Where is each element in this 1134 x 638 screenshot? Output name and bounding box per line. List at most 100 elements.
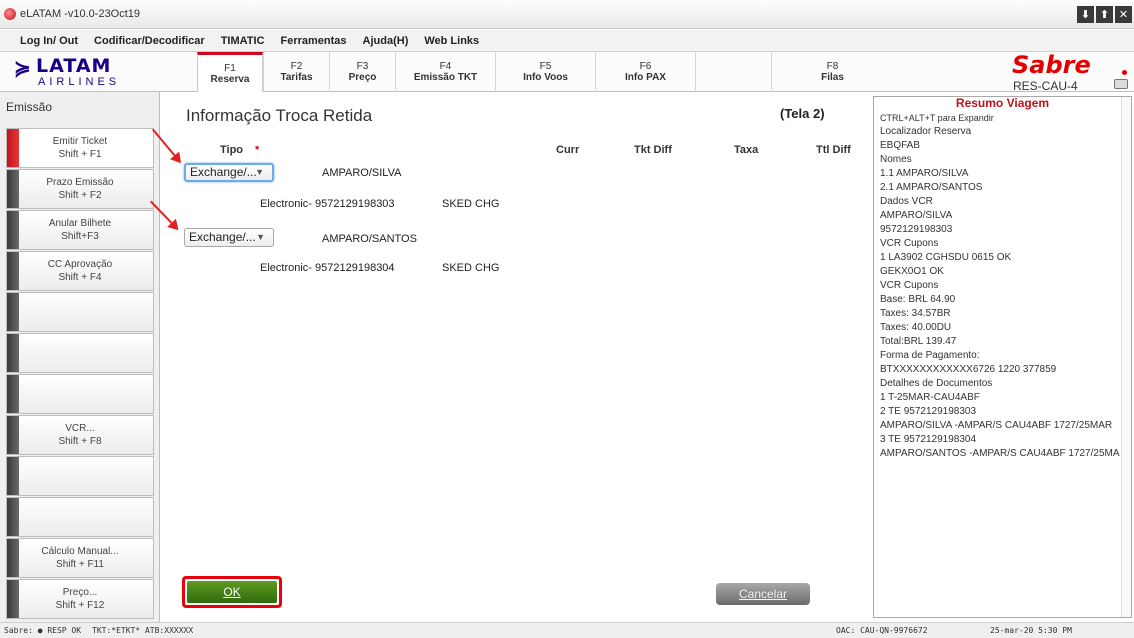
menu-ferramentas[interactable]: Ferramentas bbox=[272, 35, 354, 47]
ticket-number: Electronic- 9572129198304 bbox=[260, 262, 395, 274]
sidebar-item-empty-5[interactable] bbox=[6, 497, 154, 537]
menu-web-links[interactable]: Web Links bbox=[416, 35, 487, 47]
sabre-logo: Sabre RES-CAU-4 bbox=[1000, 51, 1134, 93]
exchange-type-select[interactable]: Exchange/... ▼ bbox=[184, 228, 274, 247]
summary-line: 9572129198303 bbox=[880, 224, 953, 235]
summary-line: AMPARO/SILVA bbox=[880, 210, 953, 221]
printer-icon[interactable] bbox=[1114, 79, 1128, 89]
latam-arrows-icon: ≽ bbox=[14, 58, 31, 80]
app-logo-icon bbox=[4, 8, 16, 20]
sidebar-item-empty-1[interactable] bbox=[6, 292, 154, 332]
summary-line: GEKX0O1 OK bbox=[880, 266, 944, 277]
ok-button[interactable]: OK bbox=[187, 581, 277, 603]
summary-line: AMPARO/SILVA -AMPAR/S CAU4ABF 1727/25MAR bbox=[880, 420, 1113, 431]
sidebar-item-vcr[interactable]: VCR... Shift + F8 bbox=[6, 415, 154, 455]
cancel-button[interactable]: Cancelar bbox=[716, 583, 810, 605]
sidebar-item-empty-2[interactable] bbox=[6, 333, 154, 373]
sidebar-item-empty-3[interactable] bbox=[6, 374, 154, 414]
status-sabre: Sabre: ● RESP OK bbox=[4, 626, 82, 635]
sidebar-item-emitir-ticket[interactable]: Emitir Ticket Shift + F1 bbox=[6, 128, 154, 168]
menu-ajuda[interactable]: Ajuda(H) bbox=[355, 35, 417, 47]
latam-brand: LATAM bbox=[36, 55, 112, 77]
screen-indicator: (Tela 2) bbox=[780, 106, 825, 121]
maximize-icon[interactable]: ⬆ bbox=[1096, 6, 1113, 23]
menu-timatic[interactable]: TIMATIC bbox=[213, 35, 273, 47]
summary-line: Total:BRL 139.47 bbox=[880, 336, 957, 347]
summary-line: Nomes bbox=[880, 154, 912, 165]
summary-line: Taxes: 40.00DU bbox=[880, 322, 952, 333]
summary-line: Localizador Reserva bbox=[880, 126, 972, 137]
window-controls: ⬇ ⬆ ✕ bbox=[1077, 6, 1132, 23]
passenger-name: AMPARO/SILVA bbox=[322, 167, 402, 179]
main-panel: Informação Troca Retida (Tela 2) Tipo * C… bbox=[150, 92, 869, 622]
tab-info-voos[interactable]: F5 Info Voos bbox=[495, 52, 595, 92]
summary-line: Taxes: 34.57BR bbox=[880, 308, 951, 319]
summary-line: 2.1 AMPARO/SANTOS bbox=[880, 182, 983, 193]
ok-highlight: OK bbox=[182, 576, 282, 608]
summary-line: 2 TE 9572129198303 bbox=[880, 406, 977, 417]
summary-line: VCR Cupons bbox=[880, 280, 939, 291]
tab-empty[interactable] bbox=[695, 52, 771, 92]
status-tkt: TKT:*ETKT* ATB:XXXXXX bbox=[92, 626, 194, 635]
summary-lines: CTRL+ALT+T para Expandir Localizador Rese… bbox=[880, 111, 1130, 461]
tab-filas[interactable]: F8 Filas bbox=[771, 52, 893, 92]
ticket-status: SKED CHG bbox=[442, 198, 500, 210]
required-marker: * bbox=[255, 144, 260, 156]
tab-reserva[interactable]: F1 Reserva bbox=[197, 52, 263, 92]
summary-line: Dados VCR bbox=[880, 196, 933, 207]
sidebar: Emissão Emitir Ticket Shift + F1 Prazo E… bbox=[0, 92, 160, 622]
summary-line: 1 LA3902 CGHSDU 0615 OK bbox=[880, 252, 1012, 263]
station-id: RES-CAU-4 bbox=[1013, 79, 1078, 93]
close-icon[interactable]: ✕ bbox=[1115, 6, 1132, 23]
status-bar: Sabre: ● RESP OK TKT:*ETKT* ATB:XXXXXX O… bbox=[0, 622, 1134, 638]
sabre-brand: Sabre bbox=[1012, 51, 1091, 79]
menu-codificar[interactable]: Codificar/Decodificar bbox=[86, 35, 213, 47]
sidebar-item-empty-4[interactable] bbox=[6, 456, 154, 496]
summary-line: 1.1 AMPARO/SILVA bbox=[880, 168, 969, 179]
status-datetime: 25-mar-20 5:30 PM bbox=[990, 626, 1072, 635]
summary-line: 1 T-25MAR-CAU4ABF bbox=[880, 392, 980, 403]
summary-line: Base: BRL 64.90 bbox=[880, 294, 956, 305]
summary-line: VCR Cupons bbox=[880, 238, 939, 249]
summary-title: Resumo Viagem bbox=[955, 96, 1050, 110]
passenger-name: AMPARO/SANTOS bbox=[322, 233, 417, 245]
ticket-status: SKED CHG bbox=[442, 262, 500, 274]
column-tkt-diff: Tkt Diff bbox=[634, 144, 672, 156]
column-tipo: Tipo * bbox=[220, 144, 260, 156]
title-bar: eLATAM -v10.0-23Oct19 ⬇ ⬆ ✕ bbox=[0, 0, 1134, 29]
sidebar-item-calculo-manual[interactable]: Cálculo Manual... Shift + F11 bbox=[6, 538, 154, 578]
page-title: Informação Troca Retida bbox=[186, 106, 373, 125]
summary-line: Detalhes de Documentos bbox=[880, 378, 993, 389]
exchange-type-select[interactable]: Exchange/... ▼ bbox=[184, 163, 274, 182]
trip-summary-panel: Resumo Viagem CTRL+ALT+T para Expandir Lo… bbox=[873, 96, 1132, 618]
sidebar-item-preco[interactable]: Preço... Shift + F12 bbox=[6, 579, 154, 619]
status-oac: OAC: CAU-QN-9976672 bbox=[836, 626, 928, 635]
summary-line: 3 TE 9572129198304 bbox=[880, 434, 977, 445]
tab-info-pax[interactable]: F6 Info PAX bbox=[595, 52, 695, 92]
summary-line: BTXXXXXXXXXXXX6726 1220 377859 bbox=[880, 364, 1057, 375]
sidebar-item-anular-bilhete[interactable]: Anular Bilhete Shift+F3 bbox=[6, 210, 154, 250]
latam-sub: AIRLINES bbox=[38, 76, 121, 88]
sidebar-item-prazo-emissao[interactable]: Prazo Emissão Shift + F2 bbox=[6, 169, 154, 209]
window-title: eLATAM -v10.0-23Oct19 bbox=[20, 8, 141, 20]
column-curr: Curr bbox=[556, 144, 580, 156]
sidebar-item-cc-aprovacao[interactable]: CC Aprovação Shift + F4 bbox=[6, 251, 154, 291]
tab-emissao-tkt[interactable]: F4 Emissão TKT bbox=[395, 52, 495, 92]
column-ttl-diff: Ttl Diff bbox=[816, 144, 851, 156]
toolbar-header: ≽ LATAM AIRLINES F1 Reserva F2 Tarifas F… bbox=[0, 51, 1134, 93]
function-key-tabs: F1 Reserva F2 Tarifas F3 Preço F4 Emissã… bbox=[197, 52, 893, 92]
tab-preco[interactable]: F3 Preço bbox=[329, 52, 395, 92]
summary-line: AMPARO/SANTOS -AMPAR/S CAU4ABF 1727/25MA bbox=[880, 448, 1120, 459]
summary-scrollbar[interactable] bbox=[1121, 97, 1131, 617]
menu-login[interactable]: Log In/ Out bbox=[0, 35, 86, 47]
menu-bar: Log In/ Out Codificar/Decodificar TIMATI… bbox=[0, 30, 1134, 52]
chevron-down-icon: ▼ bbox=[256, 232, 265, 242]
summary-line: EBQFAB bbox=[880, 140, 921, 151]
summary-line: CTRL+ALT+T para Expandir bbox=[880, 113, 994, 123]
sidebar-section-title: Emissão bbox=[6, 100, 53, 114]
minimize-icon[interactable]: ⬇ bbox=[1077, 6, 1094, 23]
chevron-down-icon: ▼ bbox=[255, 167, 264, 177]
column-taxa: Taxa bbox=[734, 144, 759, 156]
tab-tarifas[interactable]: F2 Tarifas bbox=[263, 52, 329, 92]
summary-line: Forma de Pagamento: bbox=[880, 350, 980, 361]
